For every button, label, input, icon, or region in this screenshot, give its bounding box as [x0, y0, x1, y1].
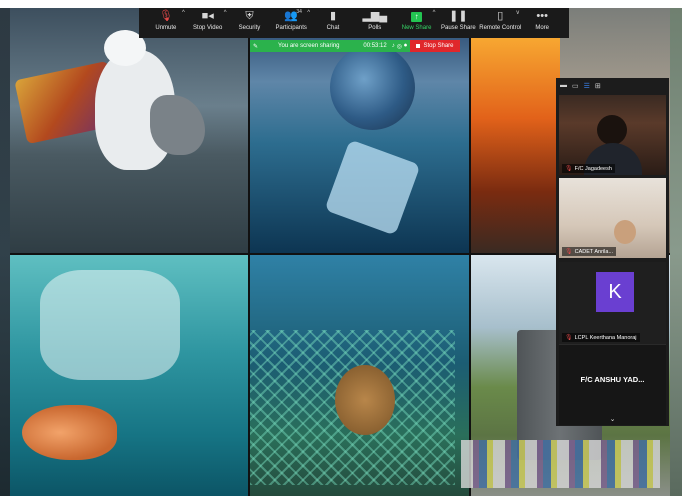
panel-controls: ▬ ▭ ☰ ⊞	[556, 78, 669, 93]
participant-name-label: 🎙 LCPL Keerthana Manoraj	[562, 333, 640, 342]
chevron-up-icon[interactable]: ^	[307, 10, 310, 16]
unmute-button[interactable]: 🎙 ^ Unmute	[145, 8, 187, 38]
polls-button[interactable]: ▂▆▄ Polls	[354, 8, 396, 38]
security-label: Security	[238, 25, 261, 31]
polls-label: Polls	[368, 25, 382, 31]
new-share-button[interactable]: ↑ ^ New Share	[396, 8, 438, 38]
stop-share-button[interactable]: Stop Share	[410, 40, 460, 52]
pause-share-label: Pause Share	[441, 25, 476, 31]
participant-video-tile[interactable]: K 🎙 LCPL Keerthana Manoraj	[559, 262, 666, 344]
chevron-down-icon[interactable]: ⌄	[559, 415, 666, 423]
grid-view-icon[interactable]: ⊞	[595, 82, 601, 90]
share-timer: 00:53:12	[363, 43, 387, 49]
stop-square-icon	[416, 44, 421, 48]
earth-globe-shape	[330, 45, 415, 130]
record-icon[interactable]: ◎	[397, 43, 402, 50]
participant-name: F/C Jagadeesh	[574, 165, 612, 172]
more-label: More	[535, 25, 549, 31]
mic-muted-icon: 🎙	[565, 249, 573, 255]
participants-count-badge: 34	[296, 9, 302, 15]
burning-waste-photo	[471, 8, 560, 253]
shield-icon: ⛨	[245, 10, 254, 22]
chevron-up-icon[interactable]: ^	[224, 10, 227, 16]
chevron-down-icon[interactable]: v	[516, 10, 519, 16]
stop-share-label: Stop Share	[423, 43, 454, 49]
participants-button[interactable]: 👥 34 ^ Participants	[270, 8, 312, 38]
turtle-shape	[335, 365, 395, 435]
mic-muted-icon: 🎙	[565, 335, 573, 341]
desktop-left-edge	[0, 8, 10, 496]
participant-video-tile[interactable]: 🎙 F/C Jagadeesh	[559, 95, 666, 175]
mouse-icon: ▯	[497, 10, 504, 22]
participant-name-label: 🎙 F/C Jagadeesh	[562, 164, 615, 173]
pause-share-button[interactable]: ❚❚ Pause Share	[437, 8, 479, 38]
chat-label: Chat	[326, 25, 340, 31]
trash-pile-shape	[461, 440, 660, 488]
pin-icon[interactable]: ✎	[253, 43, 258, 50]
chat-icon: ▮	[329, 10, 337, 22]
mic-muted-icon: 🎙	[158, 10, 173, 22]
pause-dot-icon[interactable]: ⏺	[404, 43, 407, 50]
minimize-icon[interactable]: ▬	[560, 82, 567, 89]
pause-icon: ❚❚	[449, 10, 468, 22]
remote-control-button[interactable]: ▯ v Remote Control	[479, 8, 521, 38]
remote-control-label: Remote Control	[479, 25, 522, 31]
fish-shape	[22, 405, 117, 460]
participant-video-panel: ▬ ▭ ☰ ⊞ 🎙 F/C Jagadeesh 🎙 CADET Anrila..…	[556, 78, 669, 426]
video-camera-icon: ■◂	[201, 10, 214, 22]
audio-icon[interactable]: ♪	[392, 43, 395, 49]
stop-video-label: Stop Video	[193, 25, 223, 31]
chevron-up-icon[interactable]: ^	[182, 10, 185, 16]
chevron-up-icon[interactable]: ^	[433, 10, 436, 16]
more-button[interactable]: ••• More	[521, 8, 563, 38]
unmute-label: Unmute	[155, 25, 177, 31]
avatar: K	[596, 272, 634, 312]
new-share-label: New Share	[401, 25, 432, 31]
participant-video-tile[interactable]: 🎙 CADET Anrila...	[559, 178, 666, 258]
single-view-icon[interactable]: ▭	[572, 82, 579, 90]
share-arrow-icon: ↑	[411, 12, 423, 22]
polls-icon: ▂▆▄	[362, 10, 388, 22]
participant-name: CADET Anrila...	[574, 248, 614, 255]
participant-video-tile[interactable]: F/C ANSHU YAD... ⌄	[559, 344, 666, 425]
meeting-toolbar: 🎙 ^ Unmute ■◂ ^ Stop Video ⛨ Security 👥 …	[139, 8, 569, 38]
participant-name-label: 🎙 CADET Anrila...	[562, 247, 617, 256]
participant-name: LCPL Keerthana Manoraj	[574, 334, 637, 341]
strip-view-icon[interactable]: ☰	[584, 82, 590, 90]
participant-head-shape	[597, 115, 627, 145]
mic-muted-icon: 🎙	[565, 166, 573, 172]
chat-button[interactable]: ▮ Chat	[312, 8, 354, 38]
desktop-right-edge	[670, 8, 682, 496]
security-button[interactable]: ⛨ Security	[229, 8, 271, 38]
floating-plastic-shape	[40, 270, 180, 380]
participant-head-shape	[614, 220, 636, 244]
screen-sharing-banner: ✎ You are screen sharing 00:53:12 ♪ ◎ ⏺	[250, 40, 410, 52]
participants-label: Participants	[275, 25, 307, 31]
stop-video-button[interactable]: ■◂ ^ Stop Video	[187, 8, 229, 38]
more-dots-icon: •••	[536, 10, 548, 22]
participant-name: F/C ANSHU YAD...	[580, 375, 645, 384]
screen-sharing-status: You are screen sharing	[278, 43, 340, 49]
